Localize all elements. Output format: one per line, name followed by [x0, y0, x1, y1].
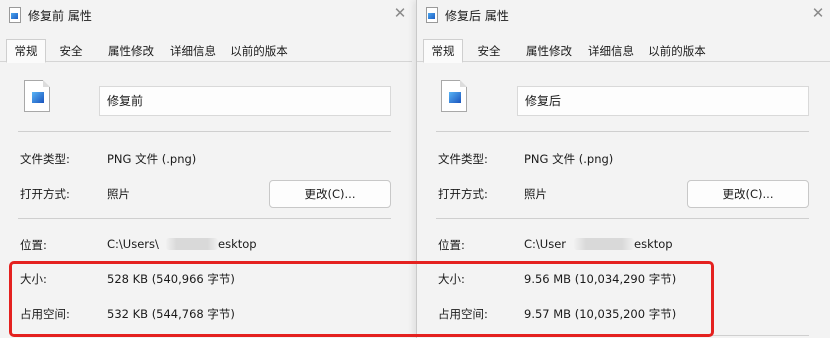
file-type-label: 文件类型:	[20, 152, 70, 166]
redacted-username	[166, 238, 218, 250]
divider	[436, 218, 809, 219]
tab-security[interactable]: 安全	[50, 40, 92, 62]
tab-attribute-modify[interactable]: 属性修改	[100, 40, 162, 62]
divider	[436, 131, 809, 132]
change-button[interactable]: 更改(C)...	[269, 180, 391, 208]
open-with-value: 照片	[524, 187, 547, 201]
png-file-title-icon	[9, 7, 21, 23]
window-title: 修复前 属性	[28, 9, 92, 23]
png-image-file-icon	[24, 80, 50, 112]
tab-strip: 常规 安全 属性修改 详细信息 以前的版本	[0, 39, 412, 63]
title-bar: 修复后 属性 ✕	[417, 0, 830, 30]
file-type-value: PNG 文件 (.png)	[107, 152, 197, 166]
location-value-start: C:\Users\	[107, 237, 159, 251]
tab-general[interactable]: 常规	[423, 39, 463, 63]
tab-previous-versions[interactable]: 以前的版本	[642, 40, 712, 62]
window-title: 修复后 属性	[445, 9, 509, 23]
file-name-input[interactable]: 修复前	[99, 86, 391, 116]
file-type-label: 文件类型:	[438, 152, 488, 166]
change-button[interactable]: 更改(C)...	[687, 180, 809, 208]
tab-attribute-modify[interactable]: 属性修改	[518, 40, 580, 62]
close-icon[interactable]: ✕	[392, 4, 408, 22]
location-value-start: C:\User	[524, 237, 566, 251]
tab-details[interactable]: 详细信息	[162, 40, 224, 62]
open-with-label: 打开方式:	[438, 187, 488, 201]
location-label: 位置:	[20, 238, 47, 252]
file-name-input[interactable]: 修复后	[517, 86, 809, 116]
divider	[18, 218, 391, 219]
redacted-username	[574, 238, 634, 250]
tab-previous-versions[interactable]: 以前的版本	[224, 40, 294, 62]
png-file-title-icon	[426, 7, 438, 23]
tab-details[interactable]: 详细信息	[580, 40, 642, 62]
location-label: 位置:	[438, 238, 465, 252]
png-image-file-icon	[441, 80, 467, 112]
location-value-end: esktop	[634, 237, 673, 251]
tab-general[interactable]: 常规	[6, 39, 46, 63]
close-icon[interactable]: ✕	[810, 4, 826, 22]
location-value-end: esktop	[218, 237, 257, 251]
open-with-value: 照片	[107, 187, 130, 201]
size-comparison-highlight	[9, 261, 714, 337]
tab-strip: 常规 安全 属性修改 详细信息 以前的版本	[417, 39, 830, 63]
title-bar: 修复前 属性 ✕	[0, 0, 412, 30]
file-type-value: PNG 文件 (.png)	[524, 152, 614, 166]
divider	[18, 131, 391, 132]
tab-security[interactable]: 安全	[468, 40, 510, 62]
open-with-label: 打开方式:	[20, 187, 70, 201]
